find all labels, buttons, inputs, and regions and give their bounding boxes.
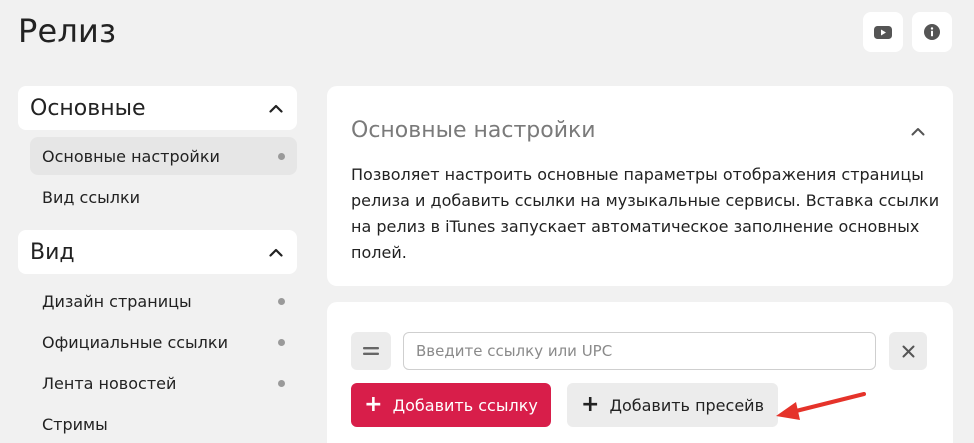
plus-icon: + [364,392,383,417]
chevron-up-icon [267,99,285,117]
sidebar-item-basic-settings[interactable]: Основные настройки [30,137,297,175]
status-dot [278,152,285,160]
annotation-arrow-icon [776,392,866,420]
close-icon [902,345,914,357]
add-presave-button[interactable]: + Добавить пресейв [567,383,778,427]
info-icon [924,24,940,40]
drag-handle[interactable] [351,332,391,370]
clear-input-button[interactable] [889,332,927,370]
info-button[interactable] [912,12,952,52]
link-input[interactable] [403,332,876,370]
sidebar-item-label: Вид ссылки [42,187,141,207]
settings-description: Позволяет настроить основные параметры о… [351,165,940,262]
drag-handle-icon [363,347,379,355]
youtube-button[interactable] [863,12,903,52]
sidebar-item-official-links[interactable]: Официальные ссылки [30,323,297,361]
add-link-label: Добавить ссылку [392,395,538,415]
sidebar-section-view[interactable]: Вид [18,230,297,274]
plus-icon: + [581,392,600,417]
sidebar-item-streams[interactable]: Стримы [30,405,297,443]
settings-card: Основные настройки Позволяет настроить о… [327,86,953,286]
sidebar-item-news-feed[interactable]: Лента новостей [30,364,297,402]
chevron-up-icon [267,243,285,261]
add-presave-label: Добавить пресейв [609,395,764,415]
page-title: Релиз [18,12,117,50]
sidebar-item-link-view[interactable]: Вид ссылки [30,178,297,216]
youtube-icon [874,25,892,39]
sidebar-item-label: Основные настройки [42,146,220,166]
add-link-button[interactable]: + Добавить ссылку [351,383,551,427]
settings-card-title[interactable]: Основные настройки [351,118,596,143]
sidebar-item-page-design[interactable]: Дизайн страницы [30,282,297,320]
sidebar-item-label: Лента новостей [42,373,177,393]
chevron-up-icon[interactable] [907,120,929,142]
sidebar-section-label: Основные [30,95,146,121]
status-dot [278,338,285,346]
sidebar-section-label: Вид [30,239,75,265]
sidebar-item-label: Официальные ссылки [42,332,228,352]
status-dot [278,297,285,305]
sidebar-item-label: Дизайн страницы [42,291,192,311]
sidebar-section-main[interactable]: Основные [18,86,297,130]
sidebar-item-label: Стримы [42,414,108,434]
status-dot [278,379,285,387]
